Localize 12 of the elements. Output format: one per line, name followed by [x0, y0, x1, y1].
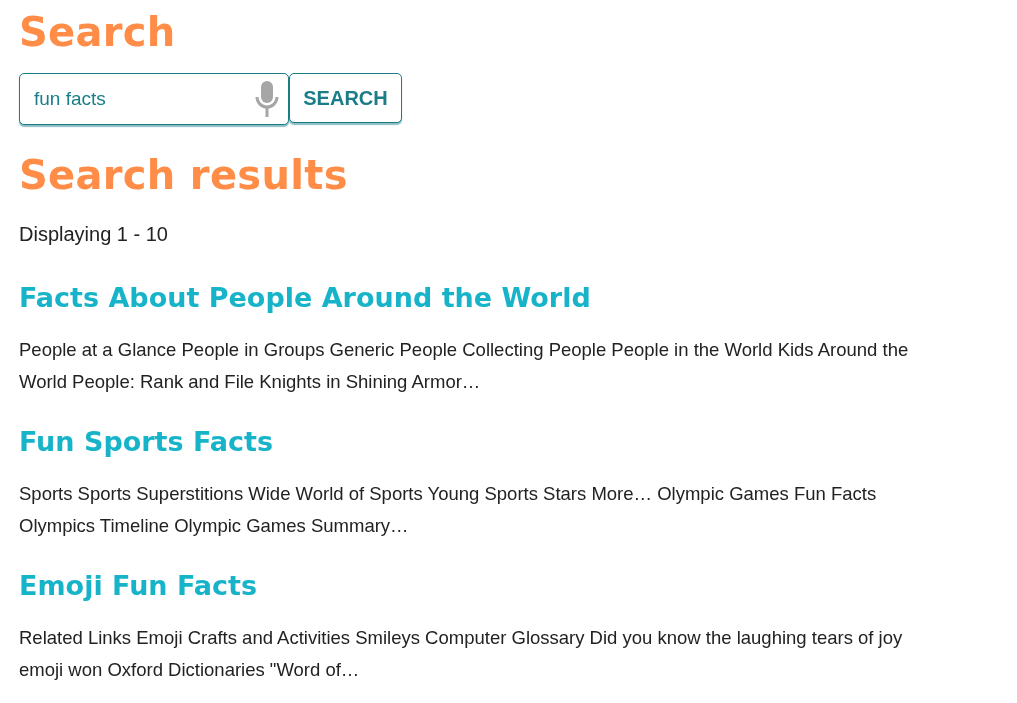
results-heading: Search results: [19, 151, 348, 199]
result-title-link[interactable]: Facts About People Around the World: [19, 281, 591, 315]
result-snippet: People at a Glance People in Groups Generic People Collecting People People in the World Kids Around the World People: Rank and File Knights in Shining Armor…: [19, 338, 910, 394]
result-title-link[interactable]: Fun Sports Facts: [19, 425, 274, 459]
result-snippet: Related Links Emoji Crafts and Activities Smileys Computer Glossary Did you know the laughing tears of joy emoji won Oxford Dictionaries "Word of…: [19, 626, 904, 682]
result-title-link[interactable]: Emoji Fun Facts: [19, 569, 258, 603]
search-field[interactable]: fun facts: [19, 73, 289, 125]
microphone-icon[interactable]: [255, 81, 279, 117]
results-count: Displaying 1 - 10: [19, 222, 169, 247]
search-button[interactable]: SEARCH: [289, 73, 402, 123]
result-snippet: Sports Sports Superstitions Wide World of Sports Young Sports Stars More… Olympic Games Fun Facts Olympics Timeline Olympic Games Summary…: [19, 482, 878, 538]
search-heading: Search: [19, 8, 176, 56]
